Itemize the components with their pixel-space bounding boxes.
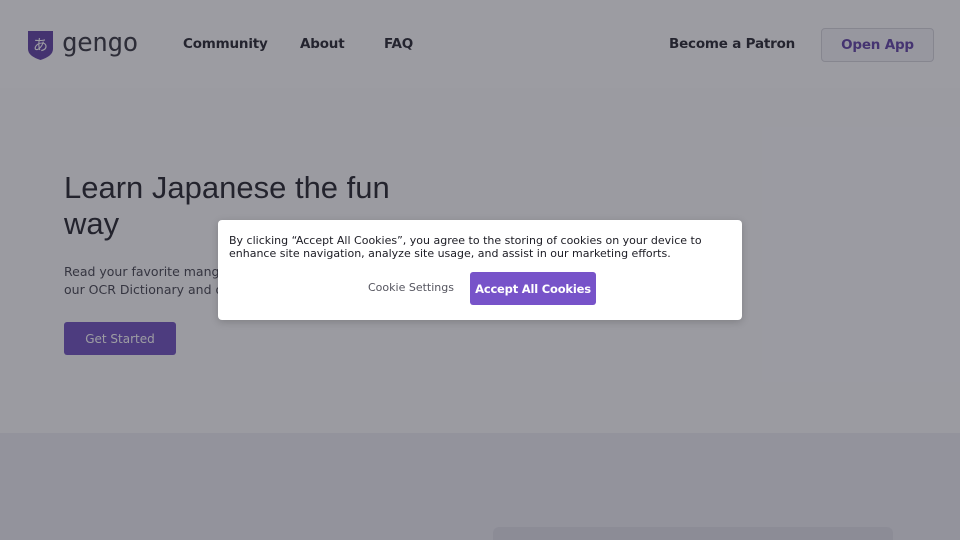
cookie-settings-button[interactable]: Cookie Settings [368,281,454,295]
cookie-consent-text: By clicking “Accept All Cookies”, you ag… [229,234,702,260]
page: あ gengo Community About FAQ Become a Pat… [0,0,960,540]
cookie-consent-banner: By clicking “Accept All Cookies”, you ag… [218,220,742,320]
accept-all-cookies-button[interactable]: Accept All Cookies [470,272,596,305]
